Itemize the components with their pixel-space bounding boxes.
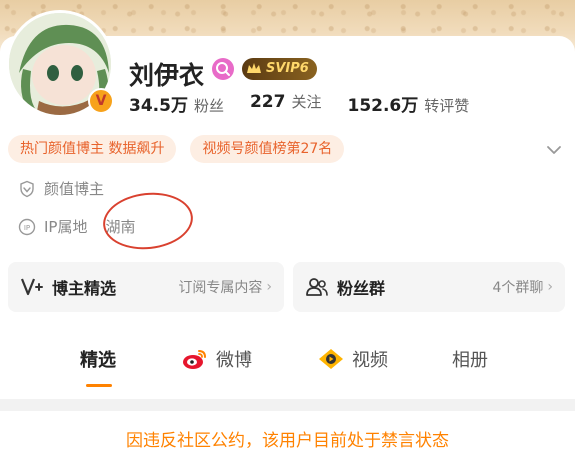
certification-row: 颜值博主 [18,178,104,199]
featured-content-card[interactable]: 博主精选 订阅专属内容 › [8,262,284,312]
svip-badge[interactable]: SVIP6 [242,58,317,80]
crown-icon [247,63,261,73]
tab-label: 视频 [352,350,388,371]
stat-followers[interactable]: 34.5万 粉丝 [129,91,224,116]
profile-stats: 34.5万 粉丝 227 关注 152.6万 转评赞 [129,91,469,116]
ip-icon: IP [18,218,36,235]
chevron-down-icon[interactable] [544,140,564,160]
verified-badge-icon: V [88,88,114,114]
featured-v-icon [20,278,43,296]
tab-weibo[interactable]: 微博 [182,346,252,372]
video-icon [319,349,343,369]
active-tab-indicator [86,384,112,387]
stat-value: 152.6万 [347,96,419,116]
tab-album[interactable]: 相册 [452,346,488,372]
chevron-right-icon: › [547,279,553,295]
tab-featured[interactable]: 精选 [80,346,116,372]
stat-following[interactable]: 227 关注 [250,91,322,116]
fan-group-subtitle: 4个群聊 [492,280,544,296]
ip-label: IP属地 [44,218,88,236]
stat-label: 粉丝 [193,97,224,115]
profile-tabs: 精选 微博 视频 相册 [0,346,575,387]
stat-label: 转评赞 [424,97,470,115]
svip-label: SVIP6 [266,61,309,76]
fan-group-title: 粉丝群 [337,279,386,298]
tag-hot-creator[interactable]: 热门颜值博主 数据飙升 [8,135,177,163]
tab-label: 精选 [80,350,116,371]
banned-notice: 因违反社区公约，该用户目前处于禁言状态 [126,431,449,451]
tab-label: 微博 [216,350,252,371]
featured-subtitle: 订阅专属内容 [178,280,263,296]
section-divider [0,399,575,411]
svg-text:IP: IP [24,224,30,232]
tag-video-ranking[interactable]: 视频号颜值榜第27名 [190,135,345,163]
fan-group-icon [306,278,328,296]
stat-value: 34.5万 [129,96,188,116]
chevron-right-icon: › [266,279,272,295]
tab-label: 相册 [452,350,488,371]
stat-interactions[interactable]: 152.6万 转评赞 [347,91,469,116]
weibo-icon [183,350,206,369]
stat-value: 227 [249,92,286,112]
stat-label: 关注 [291,93,322,111]
profile-name: 刘伊衣 [129,61,205,90]
shield-icon [20,180,34,197]
search-badge-icon[interactable] [212,58,234,80]
featured-title: 博主精选 [52,279,117,298]
certification-text: 颜值博主 [44,180,105,198]
tab-video[interactable]: 视频 [318,346,388,372]
profile-tags: 热门颜值博主 数据飙升 视频号颜值榜第27名 [8,135,345,163]
fan-group-card[interactable]: 粉丝群 4个群聊 › [293,262,565,312]
